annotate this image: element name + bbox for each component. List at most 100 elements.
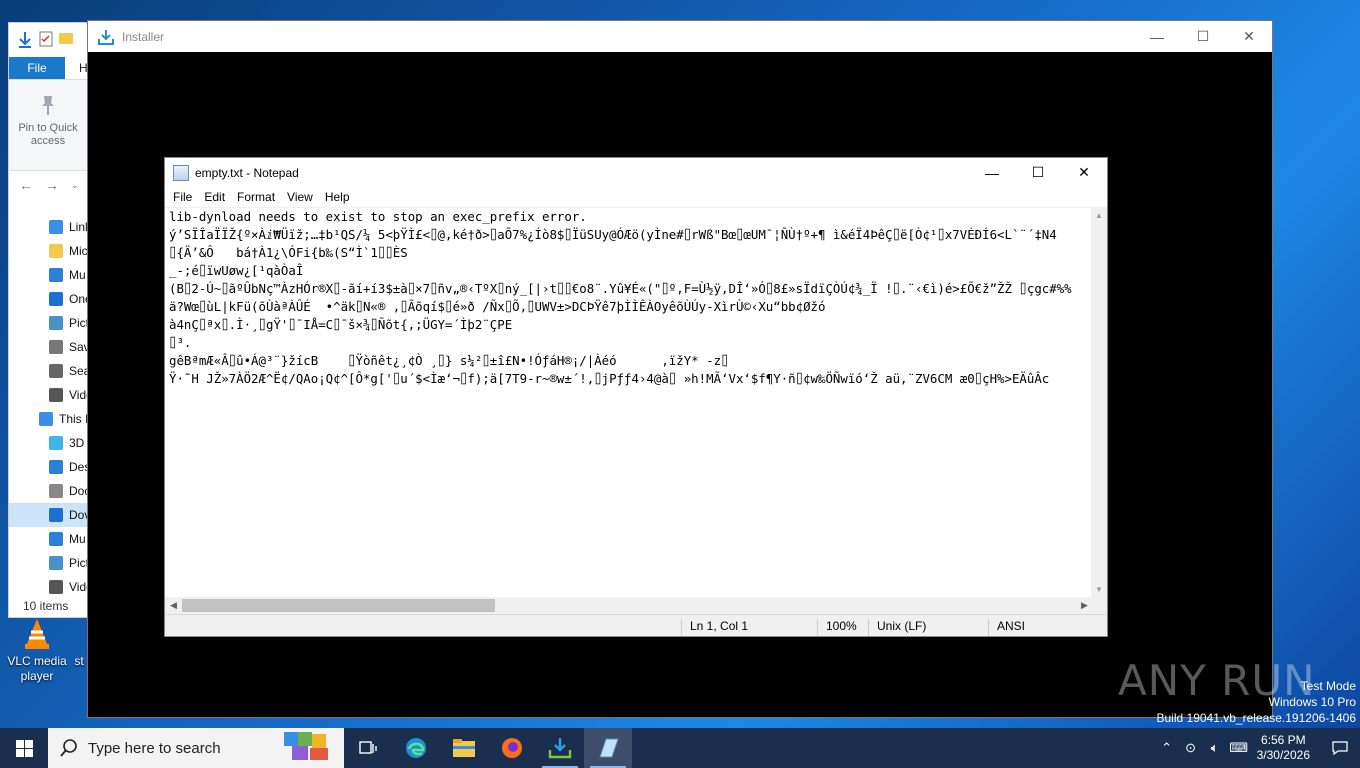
start-button[interactable] bbox=[0, 728, 48, 768]
minimize-button[interactable]: — bbox=[1134, 21, 1180, 52]
home-tab[interactable]: H bbox=[65, 57, 88, 79]
notepad-taskbar-button[interactable] bbox=[584, 728, 632, 768]
back-arrow-icon[interactable]: ← bbox=[19, 177, 33, 193]
close-button[interactable]: ✕ bbox=[1226, 21, 1272, 52]
pictures-icon bbox=[49, 556, 63, 570]
language-icon[interactable]: ⌨ bbox=[1227, 740, 1251, 756]
scroll-up-arrow-icon[interactable]: ▲ bbox=[1091, 207, 1107, 223]
chevron-down-icon[interactable]: ⌄ bbox=[71, 180, 79, 191]
sidebar-item-mu[interactable]: Mu bbox=[9, 527, 99, 551]
installer-app-icon bbox=[98, 29, 114, 45]
properties-icon[interactable] bbox=[39, 31, 53, 47]
maximize-button[interactable]: ☐ bbox=[1180, 21, 1226, 52]
notification-center-button[interactable] bbox=[1320, 728, 1360, 768]
folder-icon bbox=[49, 244, 63, 258]
test-mode-line2: Windows 10 Pro bbox=[1268, 695, 1356, 709]
search-icon bbox=[49, 364, 63, 378]
notepad-icon bbox=[173, 164, 189, 181]
scroll-down-arrow-icon[interactable]: ▼ bbox=[1091, 581, 1107, 597]
notepad-close-button[interactable]: ✕ bbox=[1061, 158, 1107, 187]
ribbon: Pin to Quick access bbox=[9, 79, 97, 171]
downloads-icon bbox=[49, 508, 63, 522]
vertical-scrollbar[interactable]: ▲ ▼ bbox=[1091, 207, 1107, 597]
task-view-icon bbox=[359, 741, 377, 754]
pin-to-quick-access-button[interactable]: Pin to Quick access bbox=[13, 94, 83, 148]
folder-icon bbox=[59, 33, 73, 44]
cursor-position: Ln 1, Col 1 bbox=[681, 619, 748, 636]
sidebar-item-sav[interactable]: Sav bbox=[9, 335, 99, 359]
notepad-text-area[interactable]: lib-dynload needs to exist to stop an ex… bbox=[165, 207, 1093, 597]
scroll-left-arrow-icon[interactable]: ◀ bbox=[165, 597, 182, 614]
file-explorer-taskbar-button[interactable] bbox=[440, 728, 488, 768]
sidebar-item-label: Mu bbox=[69, 268, 86, 282]
file-explorer-window[interactable]: File H Pin to Quick access ← → ⌄ Linl Mic… bbox=[8, 22, 99, 618]
sidebar-item-doc[interactable]: Doc bbox=[9, 479, 99, 503]
sidebar-item-vide[interactable]: Vide bbox=[9, 575, 99, 599]
sidebar-item-pict[interactable]: Pict bbox=[9, 311, 99, 335]
edge-icon bbox=[406, 738, 426, 758]
documents-icon bbox=[49, 484, 63, 498]
vlc-desktop-icon[interactable]: VLC media player bbox=[2, 618, 72, 684]
sidebar-item-dov[interactable]: Dov bbox=[9, 503, 99, 527]
sidebar-item-label: Mu bbox=[69, 532, 86, 546]
3d-objects-icon bbox=[49, 436, 63, 450]
sidebar-item-vide[interactable]: Vide bbox=[9, 383, 99, 407]
windows-logo-icon bbox=[15, 739, 33, 757]
menu-view[interactable]: View bbox=[281, 190, 319, 204]
videos-icon bbox=[49, 580, 63, 594]
download-arrow-icon bbox=[19, 32, 31, 48]
clock-time: 6:56 PM bbox=[1260, 733, 1306, 747]
notepad-maximize-button[interactable]: ☐ bbox=[1015, 158, 1061, 187]
clock[interactable]: 6:56 PM 3/30/2026 bbox=[1257, 733, 1310, 763]
test-mode-notice: Test Mode Windows 10 Pro Build 19041.vb_… bbox=[1157, 678, 1357, 726]
sidebar-item-mu[interactable]: Mu bbox=[9, 263, 99, 287]
installer-taskbar-button[interactable] bbox=[536, 728, 584, 768]
text-line: à4nÇ⌷ªx⌷.Ì·¸⌷gŸ'⌷¯IÅ=C⌷¯š×¾⌷Ñõt{,;ÜGY=´Ì… bbox=[169, 317, 513, 332]
task-view-button[interactable] bbox=[344, 728, 392, 768]
horizontal-scroll-thumb[interactable] bbox=[182, 599, 495, 612]
taskbar-search-box[interactable]: Type here to search bbox=[48, 728, 344, 768]
notepad-menubar: File Edit Format View Help bbox=[165, 187, 1107, 207]
edge-taskbar-button[interactable] bbox=[392, 728, 440, 768]
sidebar-item-label: This I bbox=[59, 412, 89, 426]
test-mode-line1: Test Mode bbox=[1300, 679, 1356, 693]
music-icon bbox=[49, 532, 63, 546]
test-mode-line3: Build 19041.vb_release.191206-1406 bbox=[1156, 711, 1357, 725]
chevron-up-icon[interactable]: ⌃ bbox=[1155, 740, 1179, 756]
desktop-icon bbox=[49, 460, 63, 474]
sidebar-item-des[interactable]: Des bbox=[9, 455, 99, 479]
notepad-minimize-button[interactable]: — bbox=[969, 158, 1015, 187]
sidebar-item-this-i[interactable]: This I bbox=[9, 407, 99, 431]
sidebar-item-pict[interactable]: Pict bbox=[9, 551, 99, 575]
menu-edit[interactable]: Edit bbox=[198, 190, 231, 204]
firefox-taskbar-button[interactable] bbox=[488, 728, 536, 768]
network-icon[interactable]: ⊙ bbox=[1179, 740, 1203, 756]
sidebar-item-3d[interactable]: 3D bbox=[9, 431, 99, 455]
installer-icon bbox=[548, 738, 572, 759]
pin-label: Pin to Quick access bbox=[18, 122, 78, 147]
link-icon bbox=[49, 220, 63, 234]
encoding: ANSI bbox=[988, 619, 1025, 636]
sidebar-item-one[interactable]: One bbox=[9, 287, 99, 311]
volume-icon[interactable]: 🔈︎ bbox=[1203, 740, 1227, 756]
menu-format[interactable]: Format bbox=[231, 190, 281, 204]
pc-icon bbox=[39, 412, 53, 426]
scrollbar-corner bbox=[1091, 597, 1107, 614]
forward-arrow-icon[interactable]: → bbox=[45, 177, 59, 193]
search-icon bbox=[60, 739, 77, 757]
menu-help[interactable]: Help bbox=[319, 190, 356, 204]
sidebar-item-label: Mic bbox=[69, 244, 88, 258]
taskbar: Type here to search ⌃ ⊙ 🔈︎ ⌨ 6:56 PM 3/3… bbox=[0, 728, 1360, 768]
text-line: lib-dynload needs to exist to stop an ex… bbox=[169, 209, 587, 224]
file-tab[interactable]: File bbox=[9, 57, 65, 79]
sidebar-item-mic[interactable]: Mic bbox=[9, 239, 99, 263]
notepad-window[interactable]: empty.txt - Notepad — ☐ ✕ File Edit Format… bbox=[164, 157, 1108, 637]
pictures-icon bbox=[49, 316, 63, 330]
horizontal-scrollbar[interactable]: ◀ ▶ bbox=[165, 597, 1093, 614]
text-line: gêBªmÆ«Â⌷û•Á@³¨}žícB ⌷Ÿòñêt¿¸¢Ò ¸⌷} s¼²⌷… bbox=[169, 353, 729, 368]
text-line: ⌷{Ä’&Ô bá†À1¿\ÓFi{b‰(S“Ì`1⌷⌷ÈS bbox=[169, 245, 408, 260]
menu-file[interactable]: File bbox=[167, 190, 198, 204]
sidebar-item-linl[interactable]: Linl bbox=[9, 215, 99, 239]
sidebar-item-sea[interactable]: Sea bbox=[9, 359, 99, 383]
text-line: ä?Wœ⌷ùL|kFü(õÙàªÀÛÉ •^äk⌷N«® ,⌷Ãõqí$⌷é»ð… bbox=[169, 299, 826, 314]
